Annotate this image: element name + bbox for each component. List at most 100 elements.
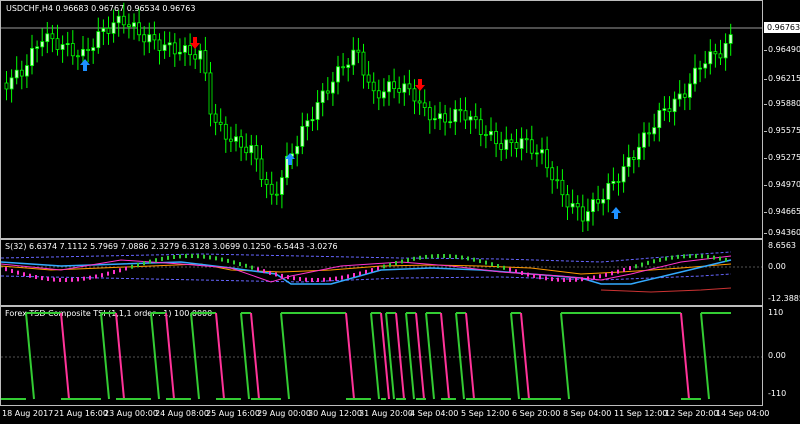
- indicator-bar: [527, 272, 529, 277]
- price-label: 0.94665: [768, 207, 800, 216]
- candle-body: [438, 113, 442, 119]
- tsi-transition: [115, 312, 125, 400]
- indicator-bar: [593, 275, 595, 280]
- candle-body: [514, 142, 519, 149]
- tsi-transition: [465, 312, 475, 400]
- tsi-transition: [250, 312, 260, 400]
- candle-body: [621, 166, 626, 183]
- indicator-bar: [677, 254, 679, 259]
- candle-body: [249, 145, 254, 154]
- indicator-bar: [485, 260, 487, 265]
- indicator-bar: [11, 268, 13, 273]
- indicator-bar: [173, 255, 175, 260]
- candle-body: [152, 34, 157, 41]
- candle-body: [223, 123, 228, 140]
- candle-body: [606, 183, 611, 200]
- indicator-bar: [599, 274, 601, 279]
- indicator-bar: [119, 268, 121, 273]
- candle-body: [540, 149, 544, 154]
- indicator-bar: [305, 277, 307, 282]
- candle-body: [693, 67, 697, 85]
- time-label: 31 Aug 20:00: [359, 409, 413, 418]
- indicator-bar: [341, 275, 343, 280]
- candle-body: [30, 47, 34, 67]
- time-label: 12 Sep 20:00: [665, 409, 719, 418]
- candle-body: [524, 138, 529, 141]
- candle-body: [555, 179, 560, 182]
- indicator-bar: [725, 257, 727, 262]
- indicator-bar: [317, 277, 319, 282]
- candle-body: [96, 31, 101, 49]
- candle-body: [586, 211, 590, 222]
- indicator-bar: [689, 254, 691, 259]
- candle-body: [570, 203, 575, 208]
- indicator-bar: [569, 277, 571, 282]
- indicator-bar: [161, 256, 163, 261]
- candle-body: [351, 49, 356, 66]
- indicator-bar: [683, 254, 685, 259]
- candle-body: [550, 167, 555, 181]
- indicator-bar: [137, 262, 139, 267]
- tsi-transition: [165, 312, 175, 400]
- candle-body: [35, 46, 39, 49]
- candle-body: [402, 83, 407, 93]
- candle-body: [254, 145, 259, 160]
- price-chart-pane[interactable]: USDCHF,H4 0.96683 0.96767 0.96534 0.9676…: [0, 0, 763, 239]
- indicator-bar: [647, 260, 649, 265]
- time-label: 23 Aug 00:00: [104, 409, 158, 418]
- indicator-bar: [29, 273, 31, 278]
- candle-body: [106, 27, 111, 34]
- indicator-bar: [197, 254, 199, 259]
- indicator-bar: [143, 261, 145, 266]
- indicator-bar: [533, 274, 535, 279]
- indicator-bar: [371, 268, 373, 273]
- candle-body: [213, 113, 218, 123]
- tsi-transition: [25, 312, 35, 400]
- tsi-transition: [700, 312, 710, 400]
- indicator-bar: [395, 261, 397, 266]
- indicator-bar: [203, 254, 205, 259]
- indicator-bar: [245, 263, 247, 268]
- indicator-bar: [83, 276, 85, 281]
- candle-body: [274, 193, 279, 196]
- indicator-bar: [455, 254, 457, 259]
- indicator1-label: 8.6563: [768, 241, 796, 250]
- indicator-bar: [71, 277, 73, 282]
- candle-body: [397, 88, 402, 93]
- candle-body: [688, 83, 692, 98]
- indicator-bar: [23, 272, 25, 277]
- indicator-bar: [563, 277, 565, 282]
- tsi-transition: [405, 312, 415, 400]
- indicator-bar: [521, 271, 523, 276]
- indicator-bar: [101, 273, 103, 278]
- indicator-bar: [257, 267, 259, 272]
- indicator-bar: [377, 266, 379, 271]
- arrow-down-icon: [415, 79, 425, 91]
- indicator-bar: [179, 254, 181, 259]
- candle-body: [137, 22, 142, 36]
- candlestick-chart[interactable]: [1, 1, 763, 239]
- candle-body: [91, 47, 96, 51]
- candle-body: [4, 82, 9, 90]
- indicator-bar: [491, 262, 493, 267]
- candle-body: [509, 139, 514, 143]
- indicator-bar: [359, 271, 361, 276]
- candle-body: [611, 181, 616, 184]
- indicator-bar: [113, 270, 115, 275]
- indicator-bar: [449, 254, 451, 259]
- indicator1-plot[interactable]: [1, 240, 763, 306]
- indicator-bar: [251, 265, 253, 270]
- tsi-label: 110: [768, 308, 784, 317]
- candle-body: [494, 131, 499, 145]
- indicator1-pane[interactable]: S(32) 6.6374 7.1112 5.7969 7.0886 2.3279…: [0, 239, 763, 306]
- indicator-bar: [719, 256, 721, 261]
- time-label: 24 Aug 08:00: [155, 409, 209, 418]
- candle-body: [203, 50, 208, 74]
- indicator2-pane[interactable]: Forex TSD Composite TSI (1,1,1 order : 1…: [0, 306, 763, 406]
- candle-body: [50, 33, 55, 40]
- candle-body: [218, 121, 223, 125]
- tsi-plot[interactable]: [1, 307, 763, 406]
- candle-body: [269, 183, 274, 195]
- candle-body: [172, 42, 177, 55]
- tsi-transition: [395, 312, 405, 400]
